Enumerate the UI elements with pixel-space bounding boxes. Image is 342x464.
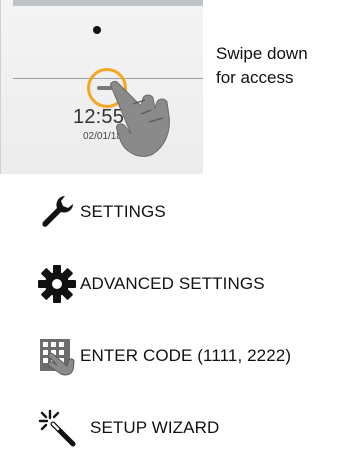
gear-icon xyxy=(34,264,80,304)
magic-wand-icon xyxy=(34,408,80,448)
menu-item-enter-code-label: ENTER CODE (1111, 2222) xyxy=(80,346,292,365)
device-screen-illustration: 12:55 PM 02/01/18 xyxy=(0,0,203,174)
menu-item-settings-label: SETTINGS xyxy=(80,202,166,221)
swipe-hint: Swipe down for access xyxy=(216,42,336,90)
menu-item-setup-wizard-label: SETUP WIZARD xyxy=(90,418,220,437)
keypad-hand-icon xyxy=(34,336,80,376)
camera-dot xyxy=(93,26,101,34)
wrench-icon xyxy=(34,192,80,232)
pointing-hand-icon xyxy=(110,81,170,157)
status-bar xyxy=(13,0,203,6)
menu-item-advanced-settings-label: ADVANCED SETTINGS xyxy=(80,274,265,293)
swipe-hint-line1: Swipe down xyxy=(216,44,308,63)
menu-item-settings[interactable]: SETTINGS xyxy=(34,190,166,234)
swipe-hint-line2: for access xyxy=(216,68,294,87)
menu-item-advanced-settings[interactable]: ADVANCED SETTINGS xyxy=(34,262,265,306)
menu-item-setup-wizard[interactable]: SETUP WIZARD xyxy=(34,406,219,450)
menu-item-enter-code[interactable]: ENTER CODE (1111, 2222) xyxy=(34,334,291,378)
